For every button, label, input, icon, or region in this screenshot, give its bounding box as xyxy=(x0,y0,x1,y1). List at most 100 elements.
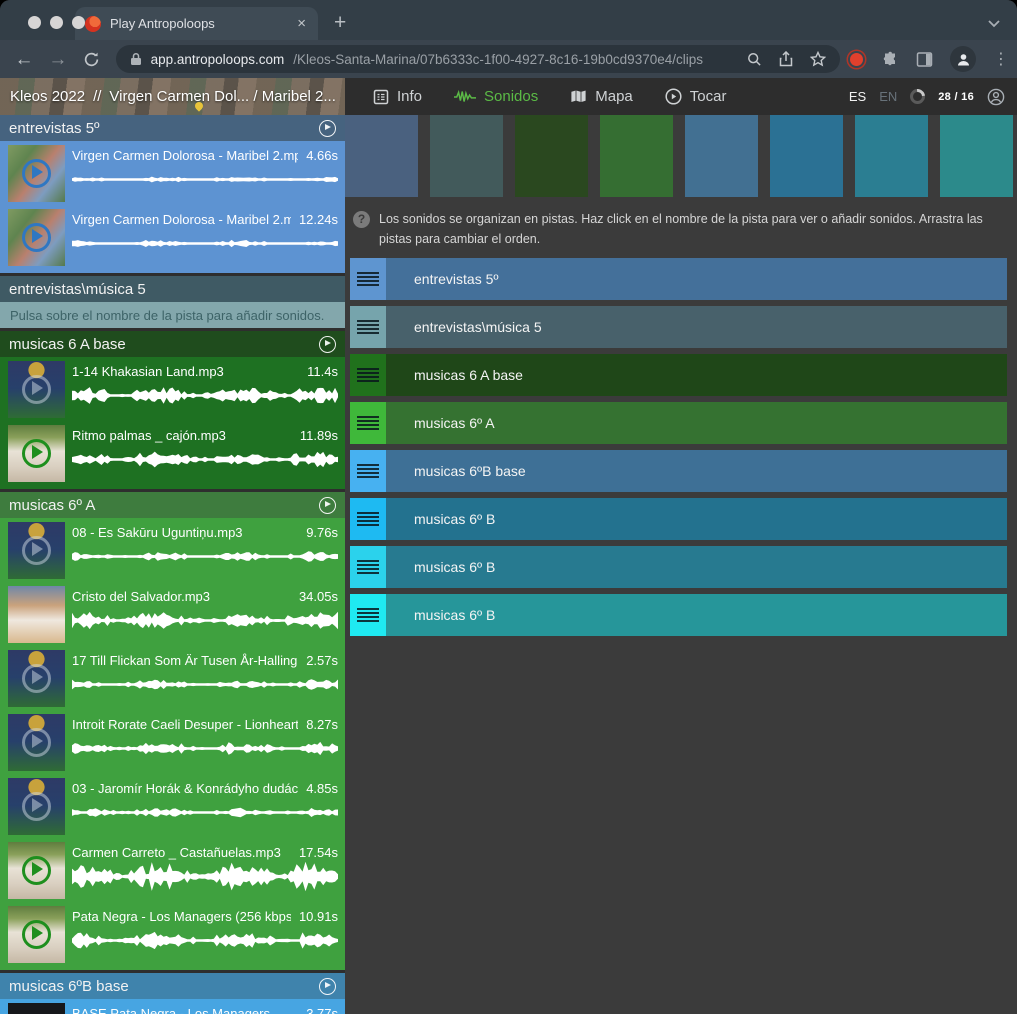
clip-thumbnail[interactable] xyxy=(8,650,65,707)
clip-thumbnail[interactable] xyxy=(8,778,65,835)
drag-handle[interactable] xyxy=(350,498,386,540)
clip-thumbnail[interactable] xyxy=(8,522,65,579)
clip-thumbnail[interactable] xyxy=(8,145,65,202)
extensions-puzzle-icon[interactable] xyxy=(882,51,899,68)
zoom-page-icon[interactable] xyxy=(747,52,762,67)
clip-thumbnail[interactable] xyxy=(8,1003,65,1014)
track-color-swatch[interactable] xyxy=(940,115,1013,197)
window-close-button[interactable] xyxy=(28,16,41,29)
clip-thumbnail[interactable] xyxy=(8,906,65,963)
track-row-body[interactable]: musicas 6º B xyxy=(386,546,1007,588)
nav-tab-sonidos[interactable]: Sonidos xyxy=(454,88,538,105)
nav-tab-tocar[interactable]: Tocar xyxy=(665,88,727,105)
play-track-icon[interactable] xyxy=(319,978,336,995)
track-row-body[interactable]: musicas 6º B xyxy=(386,498,1007,540)
track-row[interactable]: musicas 6º A xyxy=(350,402,1007,444)
track-color-swatch[interactable] xyxy=(770,115,843,197)
browser-menu-icon[interactable]: ⋮ xyxy=(993,50,1005,69)
tab-search-chevron-icon[interactable] xyxy=(987,16,1001,30)
help-icon: ? xyxy=(353,211,370,228)
track-row[interactable]: entrevistas 5º xyxy=(350,258,1007,300)
track-row[interactable]: musicas 6º B xyxy=(350,546,1007,588)
clip-thumbnail[interactable] xyxy=(8,209,65,266)
drag-handle[interactable] xyxy=(350,306,386,348)
tab-close-icon[interactable]: × xyxy=(295,16,308,31)
audio-clip[interactable]: 1-14 Khakasian Land.mp311.4s xyxy=(0,358,345,422)
breadcrumb-project[interactable]: Kleos 2022 xyxy=(10,88,85,105)
play-track-icon[interactable] xyxy=(319,497,336,514)
drag-handle[interactable] xyxy=(350,402,386,444)
play-track-icon[interactable] xyxy=(319,336,336,353)
share-icon[interactable] xyxy=(779,51,793,67)
side-panel-icon[interactable] xyxy=(916,51,933,68)
track-header[interactable]: musicas 6 A base xyxy=(0,331,345,357)
window-zoom-button[interactable] xyxy=(72,16,85,29)
track-header[interactable]: entrevistas\música 5 xyxy=(0,276,345,302)
track-row[interactable]: musicas 6º B xyxy=(350,594,1007,636)
track-row[interactable]: musicas 6º B xyxy=(350,498,1007,540)
reload-button[interactable] xyxy=(80,51,104,68)
track-row-body[interactable]: musicas 6 A base xyxy=(386,354,1007,396)
track-color-swatch[interactable] xyxy=(430,115,503,197)
track-clips: Virgen Carmen Dolorosa - Maribel 2.mp34.… xyxy=(0,141,345,273)
audio-clip[interactable]: Carmen Carreto _ Castañuelas.mp317.54s xyxy=(0,839,345,903)
track-row-body[interactable]: musicas 6º B xyxy=(386,594,1007,636)
audio-clip[interactable]: 17 Till Flickan Som Är Tusen År-Halling … xyxy=(0,647,345,711)
clip-thumbnail[interactable] xyxy=(8,586,65,643)
track-color-swatch[interactable] xyxy=(515,115,588,197)
app-header: Kleos 2022 // Virgen Carmen Dol... / Mar… xyxy=(0,78,1017,115)
drag-handle[interactable] xyxy=(350,354,386,396)
waveform xyxy=(72,604,338,637)
track-color-swatch[interactable] xyxy=(600,115,673,197)
audio-clip[interactable]: Pata Negra - Los Managers (256 kbps).mp3… xyxy=(0,903,345,967)
track-color-swatch[interactable] xyxy=(345,115,418,197)
track-row[interactable]: musicas 6 A base xyxy=(350,354,1007,396)
track-header[interactable]: musicas 6ºB base xyxy=(0,973,345,999)
track-row[interactable]: musicas 6ºB base xyxy=(350,450,1007,492)
track-row-body[interactable]: musicas 6º A xyxy=(386,402,1007,444)
nav-tab-info[interactable]: Info xyxy=(373,88,422,105)
track-color-swatch[interactable] xyxy=(855,115,928,197)
audio-clip[interactable]: Virgen Carmen Dolorosa - Maribel 2.mp312… xyxy=(0,206,345,270)
bookmark-star-icon[interactable] xyxy=(810,51,826,67)
audio-clip[interactable]: Cristo del Salvador.mp334.05s xyxy=(0,583,345,647)
track-color-swatch[interactable] xyxy=(685,115,758,197)
play-track-icon[interactable] xyxy=(319,120,336,137)
track-row-body[interactable]: entrevistas 5º xyxy=(386,258,1007,300)
audio-clip[interactable]: Virgen Carmen Dolorosa - Maribel 2.mp34.… xyxy=(0,142,345,206)
lang-en-button[interactable]: EN xyxy=(879,89,897,104)
new-tab-button[interactable]: + xyxy=(334,12,346,33)
back-button[interactable]: ← xyxy=(12,50,36,69)
clip-title: Introit Rorate Caeli Desuper - Lionheart… xyxy=(72,717,298,732)
recording-extension-icon[interactable] xyxy=(850,53,863,66)
drag-handle[interactable] xyxy=(350,258,386,300)
forward-button[interactable]: → xyxy=(46,50,70,69)
lang-es-button[interactable]: ES xyxy=(849,89,866,104)
clip-thumbnail[interactable] xyxy=(8,842,65,899)
audio-clip[interactable]: 03 - Jaromír Horák & Konrádyho dudácká .… xyxy=(0,775,345,839)
nav-tab-mapa[interactable]: Mapa xyxy=(570,88,633,105)
drag-handle[interactable] xyxy=(350,546,386,588)
clip-thumbnail[interactable] xyxy=(8,714,65,771)
clip-thumbnail[interactable] xyxy=(8,425,65,482)
track-row-body[interactable]: musicas 6ºB base xyxy=(386,450,1007,492)
drag-handle[interactable] xyxy=(350,450,386,492)
audio-clip[interactable]: BASE Pata Negra - Los Managers3.77s xyxy=(0,1000,345,1014)
profile-avatar[interactable] xyxy=(950,46,976,72)
browser-tab[interactable]: Play Antropoloops × xyxy=(75,7,318,40)
breadcrumb[interactable]: Kleos 2022 // Virgen Carmen Dol... / Mar… xyxy=(0,78,345,115)
clip-thumbnail[interactable] xyxy=(8,361,65,418)
drag-handle-icon xyxy=(357,512,379,526)
track-row-body[interactable]: entrevistas\música 5 xyxy=(386,306,1007,348)
track-header[interactable]: musicas 6º A xyxy=(0,492,345,518)
account-icon[interactable] xyxy=(987,88,1005,106)
address-bar[interactable]: app.antropoloops.com /Kleos-Santa-Marina… xyxy=(116,45,840,73)
window-minimize-button[interactable] xyxy=(50,16,63,29)
track-header[interactable]: entrevistas 5º xyxy=(0,115,345,141)
drag-handle[interactable] xyxy=(350,594,386,636)
breadcrumb-current: Virgen Carmen Dol... / Maribel 2... xyxy=(109,88,335,105)
audio-clip[interactable]: Ritmo palmas _ cajón.mp311.89s xyxy=(0,422,345,486)
audio-clip[interactable]: Introit Rorate Caeli Desuper - Lionheart… xyxy=(0,711,345,775)
track-row[interactable]: entrevistas\música 5 xyxy=(350,306,1007,348)
audio-clip[interactable]: 08 - Es Sakūru Uguntiņu.mp39.76s xyxy=(0,519,345,583)
